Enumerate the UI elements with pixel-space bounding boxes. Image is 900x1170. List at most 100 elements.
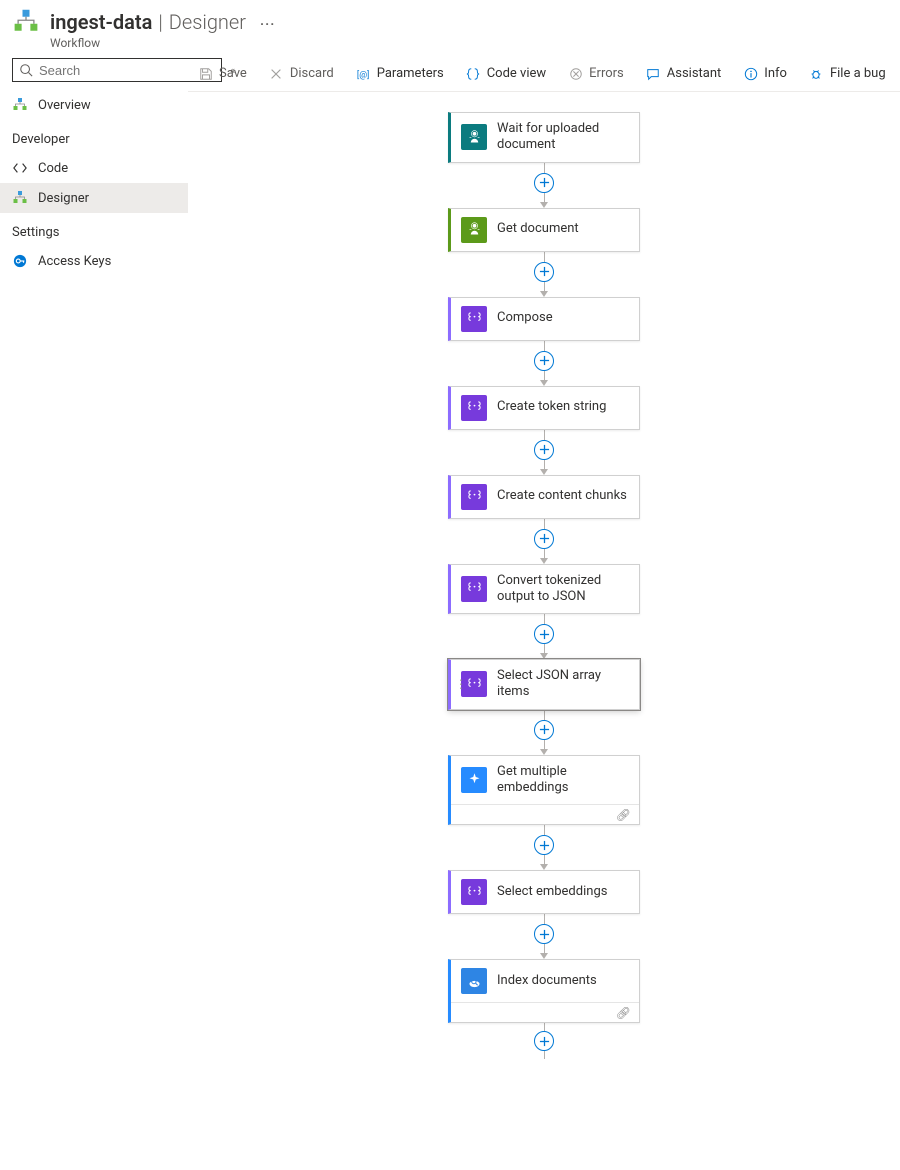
connector bbox=[534, 825, 554, 870]
parameters-button[interactable]: [@] Parameters bbox=[350, 62, 450, 85]
search-icon bbox=[19, 63, 33, 77]
file-bug-button[interactable]: File a bug bbox=[803, 62, 892, 85]
nav-item-access-keys[interactable]: Access Keys bbox=[0, 246, 188, 276]
node-type-icon bbox=[461, 879, 487, 905]
designer-canvas[interactable]: Wait for uploaded document Get document … bbox=[188, 92, 900, 1170]
node-title: Get document bbox=[497, 221, 579, 237]
add-step-button[interactable] bbox=[534, 924, 554, 944]
main-area: Save Discard [@] Parameters Code view Er… bbox=[188, 56, 900, 1170]
link-icon: 🔗︎ bbox=[616, 808, 631, 822]
svg-text:[@]: [@] bbox=[357, 70, 370, 80]
workflow-node[interactable]: ⋮ Select JSON array items bbox=[448, 659, 640, 710]
connector bbox=[534, 163, 554, 208]
drag-handle-icon[interactable]: ⋮ bbox=[455, 682, 467, 686]
errors-icon bbox=[568, 66, 583, 81]
add-step-button[interactable] bbox=[534, 529, 554, 549]
add-step-button[interactable] bbox=[534, 720, 554, 740]
info-button[interactable]: Info bbox=[737, 62, 793, 85]
bug-icon bbox=[809, 66, 824, 81]
braces-icon bbox=[466, 66, 481, 81]
workflow-node[interactable]: Convert tokenized output to JSON bbox=[448, 564, 640, 615]
node-type-icon bbox=[461, 217, 487, 243]
info-icon bbox=[743, 66, 758, 81]
nav-item-designer[interactable]: Designer bbox=[0, 183, 188, 213]
add-step-button[interactable] bbox=[534, 1031, 554, 1051]
node-title: Select JSON array items bbox=[497, 668, 629, 701]
workflow-node[interactable]: Select embeddings bbox=[448, 870, 640, 914]
connector bbox=[534, 710, 554, 755]
errors-button[interactable]: Errors bbox=[562, 62, 630, 85]
save-icon bbox=[198, 66, 213, 81]
add-step-button[interactable] bbox=[534, 262, 554, 282]
node-title: Wait for uploaded document bbox=[497, 121, 629, 154]
node-title: Compose bbox=[497, 310, 553, 326]
nav-label: Access Keys bbox=[38, 254, 111, 269]
discard-button[interactable]: Discard bbox=[263, 62, 340, 85]
header-more-button[interactable]: ··· bbox=[260, 17, 275, 33]
connector bbox=[534, 519, 554, 564]
title-separator: | bbox=[158, 10, 162, 34]
workflow-app-icon bbox=[12, 8, 40, 36]
assistant-button[interactable]: Assistant bbox=[640, 62, 728, 85]
workflow-node[interactable]: Create token string bbox=[448, 386, 640, 430]
connector bbox=[534, 252, 554, 297]
page-section: Designer bbox=[169, 10, 246, 34]
node-title: Convert tokenized output to JSON bbox=[497, 573, 629, 606]
code-view-button[interactable]: Code view bbox=[460, 62, 552, 85]
node-footer: 🔗︎ bbox=[451, 804, 639, 824]
parameters-icon: [@] bbox=[356, 66, 371, 81]
connector bbox=[534, 914, 554, 959]
node-type-icon bbox=[461, 124, 487, 150]
workflow-node[interactable]: Wait for uploaded document bbox=[448, 112, 640, 163]
tool-label: Save bbox=[219, 66, 247, 81]
node-title: Get multiple embeddings bbox=[497, 764, 629, 797]
workflow-node[interactable]: Compose bbox=[448, 297, 640, 341]
tool-label: Info bbox=[764, 66, 787, 81]
node-type-icon bbox=[461, 968, 487, 994]
node-type-icon bbox=[461, 395, 487, 421]
node-type-icon bbox=[461, 306, 487, 332]
node-type-icon bbox=[461, 484, 487, 510]
tool-label: Code view bbox=[487, 66, 546, 81]
node-title: Index documents bbox=[497, 973, 597, 989]
chat-icon bbox=[646, 66, 661, 81]
page-title: ingest-data bbox=[50, 10, 152, 34]
nav-group-settings: Settings bbox=[0, 217, 188, 246]
nav-item-code[interactable]: Code bbox=[0, 153, 188, 183]
connector bbox=[534, 430, 554, 475]
add-step-button[interactable] bbox=[534, 173, 554, 193]
link-icon: 🔗︎ bbox=[616, 1006, 631, 1020]
designer-icon bbox=[12, 190, 28, 206]
add-step-button[interactable] bbox=[534, 624, 554, 644]
connector bbox=[534, 341, 554, 386]
page-header: ingest-data | Designer ··· bbox=[0, 0, 900, 40]
access-keys-icon bbox=[12, 253, 28, 269]
add-step-button[interactable] bbox=[534, 440, 554, 460]
node-footer: 🔗︎ bbox=[451, 1002, 639, 1022]
add-step-button[interactable] bbox=[534, 835, 554, 855]
tool-label: Assistant bbox=[667, 66, 722, 81]
workflow-node[interactable]: Get multiple embeddings 🔗︎ bbox=[448, 755, 640, 826]
save-button[interactable]: Save bbox=[192, 62, 253, 85]
nav-group-developer: Developer bbox=[0, 124, 188, 153]
nav-label: Designer bbox=[38, 191, 89, 206]
tool-label: Errors bbox=[589, 66, 624, 81]
add-step-button[interactable] bbox=[534, 351, 554, 371]
node-title: Create token string bbox=[497, 399, 606, 415]
node-type-icon bbox=[461, 767, 487, 793]
connector bbox=[534, 614, 554, 659]
overview-icon bbox=[12, 97, 28, 113]
page-subtitle: Workflow bbox=[50, 36, 900, 50]
tool-label: File a bug bbox=[830, 66, 886, 81]
nav-item-overview[interactable]: Overview bbox=[0, 90, 188, 120]
tool-label: Discard bbox=[290, 66, 334, 81]
workflow-node[interactable]: Create content chunks bbox=[448, 475, 640, 519]
workflow-node[interactable]: Get document bbox=[448, 208, 640, 252]
workflow-node[interactable]: Index documents 🔗︎ bbox=[448, 959, 640, 1023]
sidebar: « Overview Developer Code bbox=[0, 56, 188, 1170]
node-title: Select embeddings bbox=[497, 884, 607, 900]
toolbar: Save Discard [@] Parameters Code view Er… bbox=[188, 56, 900, 92]
code-icon bbox=[12, 160, 28, 176]
connector bbox=[534, 1023, 554, 1059]
discard-icon bbox=[269, 66, 284, 81]
